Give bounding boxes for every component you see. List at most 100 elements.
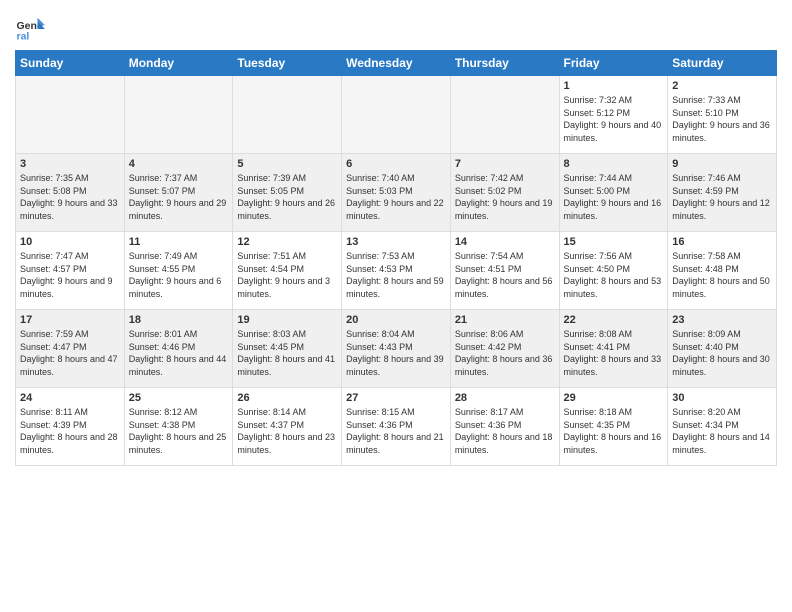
day-cell: 5Sunrise: 7:39 AM Sunset: 5:05 PM Daylig… [233,154,342,232]
day-info: Sunrise: 7:32 AM Sunset: 5:12 PM Dayligh… [564,94,664,144]
week-row-2: 3 Sunrise: 7:35 AM Sunset: 5:08 PM Daylig… [16,154,777,232]
day-number: 25 [129,392,229,404]
day-number: 23 [672,314,772,326]
day-number: 20 [346,314,446,326]
day-cell: 30 Sunrise: 8:20 AM Sunset: 4:34 PM Dayli… [668,388,777,466]
day-info: Sunrise: 8:18 AM Sunset: 4:35 PM Dayligh… [564,406,664,456]
day-info: Sunrise: 7:59 AM Sunset: 4:47 PM Dayligh… [20,328,120,378]
weekday-header-row: SundayMondayTuesdayWednesdayThursdayFrid… [16,51,777,76]
day-number: 1 [564,80,664,92]
day-info: Sunrise: 7:39 AM Sunset: 5:05 PM Dayligh… [237,172,337,222]
day-number: 9 [672,158,772,170]
day-number: 27 [346,392,446,404]
day-cell [16,76,125,154]
day-cell: 29 Sunrise: 8:18 AM Sunset: 4:35 PM Dayli… [559,388,668,466]
day-cell: 26 Sunrise: 8:14 AM Sunset: 4:37 PM Dayli… [233,388,342,466]
day-info: Sunrise: 7:49 AM Sunset: 4:55 PM Dayligh… [129,250,229,300]
day-number: 26 [237,392,337,404]
day-number: 28 [455,392,555,404]
day-cell: 28 Sunrise: 8:17 AM Sunset: 4:36 PM Dayli… [450,388,559,466]
day-number: 15 [564,236,664,248]
week-row-1: 1 Sunrise: 7:32 AM Sunset: 5:12 PM Daylig… [16,76,777,154]
day-info: Sunrise: 8:20 AM Sunset: 4:34 PM Dayligh… [672,406,772,456]
day-info: Sunrise: 7:54 AM Sunset: 4:51 PM Dayligh… [455,250,555,300]
day-number: 14 [455,236,555,248]
day-cell: 15 Sunrise: 7:56 AM Sunset: 4:50 PM Dayli… [559,232,668,310]
day-number: 24 [20,392,120,404]
day-info: Sunrise: 7:44 AM Sunset: 5:00 PM Dayligh… [564,172,664,222]
day-info: Sunrise: 7:42 AM Sunset: 5:02 PM Dayligh… [455,172,555,222]
day-cell: 8Sunrise: 7:44 AM Sunset: 5:00 PM Daylig… [559,154,668,232]
day-info: Sunrise: 8:08 AM Sunset: 4:41 PM Dayligh… [564,328,664,378]
day-number: 29 [564,392,664,404]
day-info: Sunrise: 8:04 AM Sunset: 4:43 PM Dayligh… [346,328,446,378]
weekday-header-wednesday: Wednesday [342,51,451,76]
svg-text:ral: ral [17,31,30,43]
weekday-header-saturday: Saturday [668,51,777,76]
logo-icon: Gene ral [15,14,45,44]
day-cell [342,76,451,154]
day-cell: 4 Sunrise: 7:37 AM Sunset: 5:07 PM Daylig… [124,154,233,232]
day-cell: 9 Sunrise: 7:46 AM Sunset: 4:59 PM Daylig… [668,154,777,232]
day-cell: 19 Sunrise: 8:03 AM Sunset: 4:45 PM Dayli… [233,310,342,388]
day-info: Sunrise: 8:15 AM Sunset: 4:36 PM Dayligh… [346,406,446,456]
day-info: Sunrise: 8:14 AM Sunset: 4:37 PM Dayligh… [237,406,337,456]
day-number: 30 [672,392,772,404]
weekday-header-thursday: Thursday [450,51,559,76]
day-info: Sunrise: 8:06 AM Sunset: 4:42 PM Dayligh… [455,328,555,378]
day-info: Sunrise: 7:46 AM Sunset: 4:59 PM Dayligh… [672,172,772,222]
day-info: Sunrise: 7:58 AM Sunset: 4:48 PM Dayligh… [672,250,772,300]
day-cell: 27 Sunrise: 8:15 AM Sunset: 4:36 PM Dayli… [342,388,451,466]
day-cell: 20 Sunrise: 8:04 AM Sunset: 4:43 PM Dayli… [342,310,451,388]
day-cell: 10Sunrise: 7:47 AM Sunset: 4:57 PM Dayli… [16,232,125,310]
day-info: Sunrise: 7:51 AM Sunset: 4:54 PM Dayligh… [237,250,337,300]
day-number: 12 [237,236,337,248]
day-cell: 16Sunrise: 7:58 AM Sunset: 4:48 PM Dayli… [668,232,777,310]
week-row-5: 24 Sunrise: 8:11 AM Sunset: 4:39 PM Dayli… [16,388,777,466]
weekday-header-monday: Monday [124,51,233,76]
day-info: Sunrise: 7:47 AM Sunset: 4:57 PM Dayligh… [20,250,120,300]
day-info: Sunrise: 8:12 AM Sunset: 4:38 PM Dayligh… [129,406,229,456]
day-cell: 18Sunrise: 8:01 AM Sunset: 4:46 PM Dayli… [124,310,233,388]
calendar-container: Gene ral SundayMondayTuesdayWednesdayThu… [0,0,792,476]
day-cell: 13 Sunrise: 7:53 AM Sunset: 4:53 PM Dayli… [342,232,451,310]
week-row-4: 17 Sunrise: 7:59 AM Sunset: 4:47 PM Dayli… [16,310,777,388]
day-number: 11 [129,236,229,248]
weekday-header-tuesday: Tuesday [233,51,342,76]
day-number: 2 [672,80,772,92]
day-cell: 1 Sunrise: 7:32 AM Sunset: 5:12 PM Daylig… [559,76,668,154]
day-info: Sunrise: 8:03 AM Sunset: 4:45 PM Dayligh… [237,328,337,378]
day-cell: 7Sunrise: 7:42 AM Sunset: 5:02 PM Daylig… [450,154,559,232]
day-cell: 2 Sunrise: 7:33 AM Sunset: 5:10 PM Daylig… [668,76,777,154]
day-cell: 12 Sunrise: 7:51 AM Sunset: 4:54 PM Dayli… [233,232,342,310]
day-number: 3 [20,158,120,170]
day-number: 4 [129,158,229,170]
day-number: 13 [346,236,446,248]
day-number: 19 [237,314,337,326]
day-number: 18 [129,314,229,326]
day-number: 22 [564,314,664,326]
day-cell: 17 Sunrise: 7:59 AM Sunset: 4:47 PM Dayli… [16,310,125,388]
day-info: Sunrise: 7:35 AM Sunset: 5:08 PM Dayligh… [20,172,120,222]
logo: Gene ral [15,14,49,44]
day-number: 6 [346,158,446,170]
day-info: Sunrise: 8:09 AM Sunset: 4:40 PM Dayligh… [672,328,772,378]
day-info: Sunrise: 8:17 AM Sunset: 4:36 PM Dayligh… [455,406,555,456]
day-info: Sunrise: 7:53 AM Sunset: 4:53 PM Dayligh… [346,250,446,300]
day-cell: 22 Sunrise: 8:08 AM Sunset: 4:41 PM Dayli… [559,310,668,388]
day-cell [450,76,559,154]
day-cell: 3 Sunrise: 7:35 AM Sunset: 5:08 PM Daylig… [16,154,125,232]
day-cell: 23 Sunrise: 8:09 AM Sunset: 4:40 PM Dayli… [668,310,777,388]
day-cell: 6Sunrise: 7:40 AM Sunset: 5:03 PM Daylig… [342,154,451,232]
day-info: Sunrise: 8:11 AM Sunset: 4:39 PM Dayligh… [20,406,120,456]
day-cell [124,76,233,154]
day-cell: 24 Sunrise: 8:11 AM Sunset: 4:39 PM Dayli… [16,388,125,466]
day-info: Sunrise: 7:56 AM Sunset: 4:50 PM Dayligh… [564,250,664,300]
day-info: Sunrise: 7:37 AM Sunset: 5:07 PM Dayligh… [129,172,229,222]
day-cell: 11 Sunrise: 7:49 AM Sunset: 4:55 PM Dayli… [124,232,233,310]
day-number: 21 [455,314,555,326]
weekday-header-friday: Friday [559,51,668,76]
day-number: 17 [20,314,120,326]
header-row: Gene ral [15,10,777,44]
day-info: Sunrise: 7:33 AM Sunset: 5:10 PM Dayligh… [672,94,772,144]
